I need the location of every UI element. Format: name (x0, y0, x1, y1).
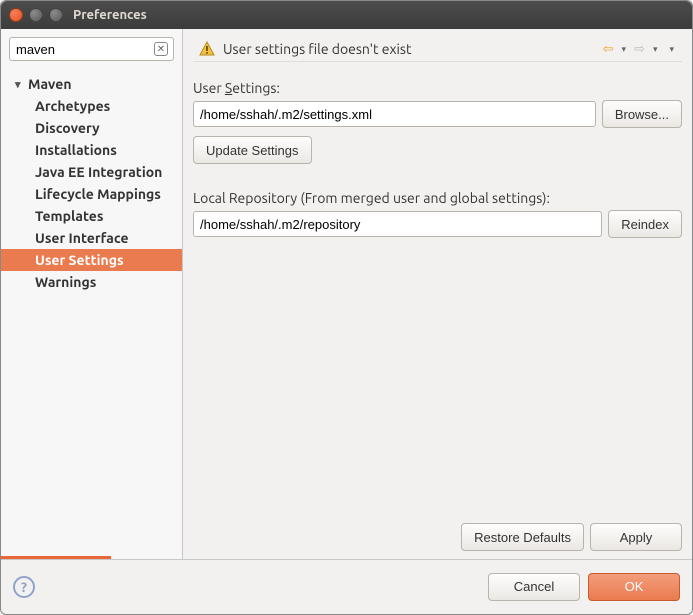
clear-search-icon[interactable]: ✕ (154, 42, 168, 56)
tree-item-installations[interactable]: Installations (1, 139, 182, 161)
tree-item-label: Maven (28, 76, 72, 92)
window-maximize-button[interactable] (49, 8, 63, 22)
message-banner: User settings file doesn't exist ⇦ ▾ ⇨ ▾… (193, 37, 682, 62)
tree-item-label: Installations (35, 142, 117, 158)
tree-item-label: User Interface (35, 230, 129, 246)
local-repository-input[interactable] (193, 211, 602, 237)
dialog-footer: ? Cancel OK (1, 559, 692, 613)
tree-item-label: Java EE Integration (35, 164, 162, 180)
sidebar: ✕ ▾ Maven Archetypes Discovery Installat… (1, 29, 183, 559)
preferences-tree: ▾ Maven Archetypes Discovery Installatio… (1, 69, 182, 556)
tree-item-label: Lifecycle Mappings (35, 186, 161, 202)
user-settings-input[interactable] (193, 101, 596, 127)
tree-item-discovery[interactable]: Discovery (1, 117, 182, 139)
help-icon[interactable]: ? (13, 576, 35, 598)
warning-icon (199, 41, 215, 57)
window-minimize-button[interactable] (29, 8, 43, 22)
tree-item-warnings[interactable]: Warnings (1, 271, 182, 293)
tree-item-user-interface[interactable]: User Interface (1, 227, 182, 249)
tree-item-label: Discovery (35, 120, 100, 136)
apply-button[interactable]: Apply (590, 523, 682, 551)
tree-item-maven[interactable]: ▾ Maven (1, 73, 182, 95)
tree-item-java-ee-integration[interactable]: Java EE Integration (1, 161, 182, 183)
tree-item-lifecycle-mappings[interactable]: Lifecycle Mappings (1, 183, 182, 205)
cancel-button[interactable]: Cancel (488, 573, 580, 601)
window-title: Preferences (73, 8, 147, 22)
tree-item-label: User Settings (35, 252, 124, 268)
tree-item-archetypes[interactable]: Archetypes (1, 95, 182, 117)
sidebar-indicator (1, 556, 111, 559)
window-close-button[interactable] (9, 8, 23, 22)
filter-search-input[interactable] (9, 37, 174, 61)
tree-item-templates[interactable]: Templates (1, 205, 182, 227)
nav-forward-icon[interactable]: ⇨ (632, 42, 647, 57)
view-menu-icon[interactable]: ▾ (667, 44, 676, 55)
nav-forward-menu-icon[interactable]: ▾ (651, 44, 660, 55)
tree-item-label: Archetypes (35, 98, 110, 114)
titlebar: Preferences (1, 1, 692, 29)
ok-button[interactable]: OK (588, 573, 680, 601)
restore-defaults-button[interactable]: Restore Defaults (461, 523, 584, 551)
nav-back-menu-icon[interactable]: ▾ (620, 44, 629, 55)
content-pane: User settings file doesn't exist ⇦ ▾ ⇨ ▾… (183, 29, 692, 559)
banner-message: User settings file doesn't exist (223, 41, 601, 57)
browse-button[interactable]: Browse... (602, 100, 682, 128)
tree-item-user-settings[interactable]: User Settings (1, 249, 182, 271)
update-settings-button[interactable]: Update Settings (193, 136, 312, 164)
expand-caret-icon: ▾ (15, 78, 25, 91)
user-settings-label: User Settings: (193, 80, 682, 96)
local-repository-label: Local Repository (From merged user and g… (193, 190, 682, 206)
tree-item-label: Templates (35, 208, 103, 224)
tree-item-label: Warnings (35, 274, 96, 290)
nav-back-icon[interactable]: ⇦ (601, 42, 616, 57)
reindex-button[interactable]: Reindex (608, 210, 682, 238)
